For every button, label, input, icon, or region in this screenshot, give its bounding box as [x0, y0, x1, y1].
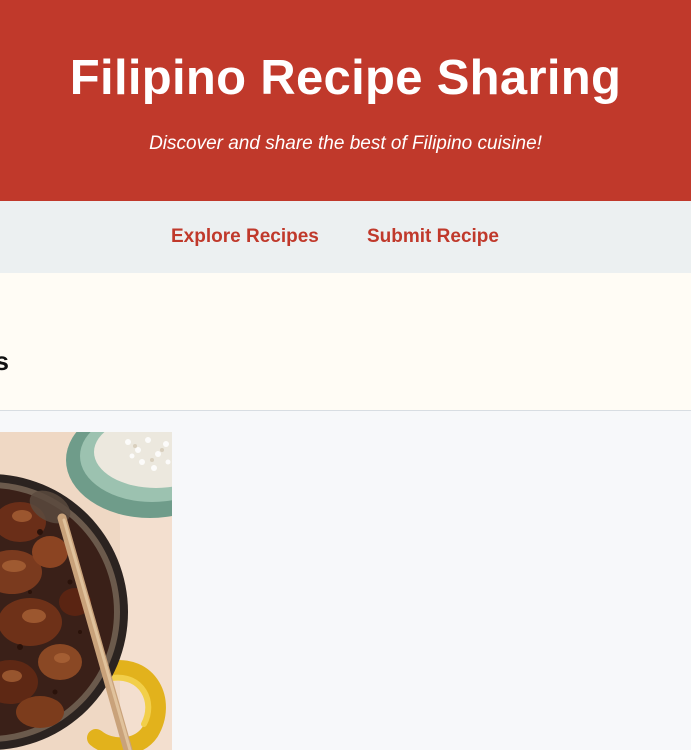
recipe-list: [0, 412, 691, 750]
section-banner: s: [0, 273, 691, 411]
site-title: Filipino Recipe Sharing: [69, 51, 622, 105]
recipe-image-adobo: [0, 432, 172, 750]
nav-explore-recipes[interactable]: Explore Recipes: [171, 225, 319, 249]
site-header: Filipino Recipe Sharing Discover and sha…: [0, 0, 691, 201]
recipe-card[interactable]: [0, 432, 172, 750]
section-heading: s: [0, 345, 9, 377]
nav-submit-recipe[interactable]: Submit Recipe: [367, 225, 499, 249]
main-nav: Explore Recipes Submit Recipe: [0, 201, 691, 273]
site-tagline: Discover and share the best of Filipino …: [149, 133, 542, 154]
